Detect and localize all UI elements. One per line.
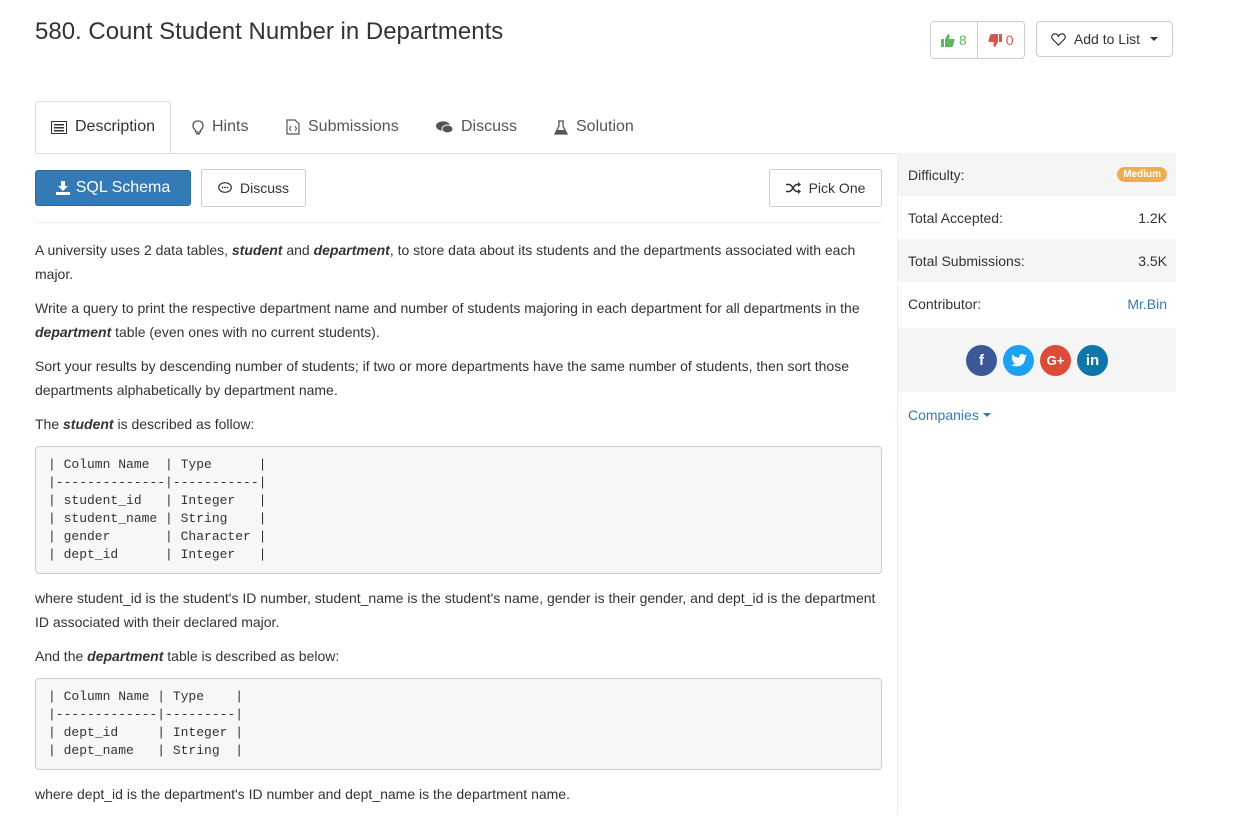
contributor-row: Contributor: Mr.Bin bbox=[898, 282, 1176, 325]
downvote-button[interactable]: 0 bbox=[977, 22, 1024, 58]
chevron-down-icon bbox=[982, 413, 991, 417]
table-name: student bbox=[231, 242, 283, 258]
thumbs-down-icon bbox=[988, 33, 1002, 47]
problem-description: A university uses 2 data tables, student… bbox=[35, 238, 882, 816]
difficulty-badge: Medium bbox=[1117, 167, 1167, 182]
vote-group: 8 0 bbox=[930, 21, 1025, 59]
student-schema-code-block: | Column Name | Type | |--------------|-… bbox=[35, 446, 882, 574]
text: And the bbox=[35, 648, 88, 664]
companies-dropdown[interactable]: Companies bbox=[898, 407, 1176, 423]
discuss-label: Discuss bbox=[239, 180, 289, 196]
tab-label: Description bbox=[74, 118, 156, 135]
table-name: department bbox=[87, 648, 164, 664]
facebook-icon[interactable]: f bbox=[966, 344, 997, 376]
social-share: f G+ in bbox=[898, 328, 1176, 392]
code-file-icon bbox=[286, 119, 300, 135]
text: table is described as below: bbox=[163, 648, 340, 664]
contributor-label: Contributor: bbox=[908, 295, 982, 312]
upvote-count: 8 bbox=[959, 32, 967, 48]
difficulty-label: Difficulty: bbox=[908, 166, 965, 183]
discuss-button[interactable]: Discuss bbox=[201, 169, 306, 207]
text: is described as follow: bbox=[113, 416, 255, 432]
chevron-down-icon bbox=[1150, 37, 1159, 41]
text: table (even ones with no current student… bbox=[111, 324, 380, 340]
table-name: department bbox=[35, 324, 112, 340]
heart-icon bbox=[1051, 32, 1066, 46]
tab-description[interactable]: Description bbox=[35, 101, 171, 153]
tab-label: Solution bbox=[576, 118, 634, 135]
twitter-icon[interactable] bbox=[1003, 344, 1034, 376]
linkedin-icon[interactable]: in bbox=[1077, 344, 1108, 376]
text: Write a query to print the respective de… bbox=[35, 300, 860, 316]
accepted-row: Total Accepted: 1.2K bbox=[898, 196, 1176, 239]
download-icon bbox=[55, 181, 70, 195]
divider bbox=[35, 222, 882, 223]
tab-bar: Description Hints Submissions Discuss So… bbox=[35, 101, 1175, 154]
lightbulb-icon bbox=[192, 119, 204, 134]
sql-schema-button[interactable]: SQL Schema bbox=[35, 170, 191, 206]
difficulty-row: Difficulty: Medium bbox=[898, 153, 1176, 196]
add-to-list-label: Add to List bbox=[1073, 31, 1141, 47]
flask-icon bbox=[554, 119, 568, 135]
upvote-button[interactable]: 8 bbox=[931, 22, 978, 58]
paragraph: The student is described as follow: bbox=[35, 412, 882, 436]
text: A university uses 2 data tables, bbox=[35, 242, 232, 258]
tab-solution[interactable]: Solution bbox=[554, 101, 634, 153]
sql-schema-label: SQL Schema bbox=[75, 179, 171, 196]
submissions-value: 3.5K bbox=[1138, 252, 1167, 269]
accepted-label: Total Accepted: bbox=[908, 209, 1003, 226]
pick-one-label: Pick One bbox=[808, 180, 866, 196]
tab-discuss[interactable]: Discuss bbox=[436, 101, 517, 153]
department-schema-code-block: | Column Name | Type | |-------------|--… bbox=[35, 678, 882, 770]
tab-submissions[interactable]: Submissions bbox=[286, 101, 399, 153]
contributor-link[interactable]: Mr.Bin bbox=[1127, 296, 1167, 312]
shuffle-icon bbox=[785, 182, 801, 194]
google-plus-icon[interactable]: G+ bbox=[1040, 344, 1071, 376]
thumbs-up-icon bbox=[941, 33, 955, 47]
downvote-count: 0 bbox=[1005, 32, 1014, 48]
table-name: student bbox=[63, 416, 114, 432]
add-to-list-button[interactable]: Add to List bbox=[1036, 21, 1173, 57]
tab-label: Submissions bbox=[308, 118, 399, 135]
comment-icon bbox=[218, 182, 232, 193]
tab-hints[interactable]: Hints bbox=[192, 101, 248, 153]
paragraph: A university uses 2 data tables, student… bbox=[35, 238, 882, 286]
paragraph: Write a query to print the respective de… bbox=[35, 296, 882, 344]
pick-one-button[interactable]: Pick One bbox=[769, 169, 882, 207]
list-icon bbox=[50, 120, 67, 134]
paragraph: where dept_id is the department's ID num… bbox=[35, 786, 570, 802]
comments-icon bbox=[436, 120, 453, 133]
text: The bbox=[35, 416, 64, 432]
accepted-value: 1.2K bbox=[1138, 209, 1167, 226]
paragraph: And the department table is described as… bbox=[35, 644, 882, 668]
text: and bbox=[282, 242, 314, 258]
tab-label: Hints bbox=[212, 118, 249, 135]
page-title: 580. Count Student Number in Departments bbox=[35, 18, 504, 45]
paragraph: where student_id is the student's ID num… bbox=[35, 590, 876, 630]
companies-label: Companies bbox=[908, 407, 979, 423]
tab-label: Discuss bbox=[461, 118, 518, 135]
table-name: department bbox=[313, 242, 390, 258]
problem-sidebar: Difficulty: Medium Total Accepted: 1.2K … bbox=[897, 153, 1176, 815]
submissions-label: Total Submissions: bbox=[908, 252, 1025, 269]
paragraph: Sort your results by descending number o… bbox=[35, 358, 849, 398]
submissions-row: Total Submissions: 3.5K bbox=[898, 239, 1176, 282]
